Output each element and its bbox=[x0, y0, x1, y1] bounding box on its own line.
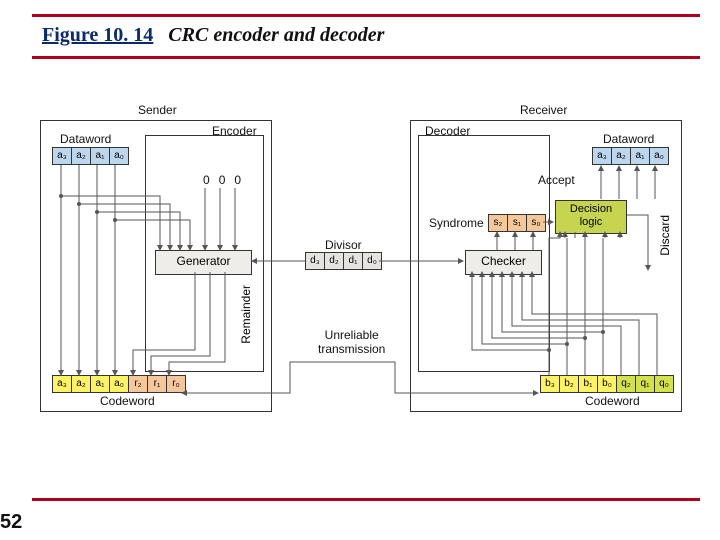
mid-rule bbox=[32, 56, 700, 59]
cw-a2: a₂ bbox=[72, 376, 91, 392]
generator-box: Generator bbox=[155, 250, 252, 275]
bit-a0: a₀ bbox=[110, 148, 128, 164]
bit-d1: d₁ bbox=[344, 253, 363, 269]
bit-a2r: a₂ bbox=[612, 148, 631, 164]
dataword-label-right: Dataword bbox=[603, 132, 654, 146]
syndrome-label: Syndrome bbox=[429, 216, 484, 230]
unreliable-label: Unreliable transmission bbox=[318, 328, 385, 356]
cw-a0: a₀ bbox=[110, 376, 128, 392]
cw-b3: b₃ bbox=[541, 376, 560, 392]
cw-r0: r₀ bbox=[167, 376, 185, 392]
codeword-label-right: Codeword bbox=[585, 394, 640, 408]
sender-label: Sender bbox=[138, 103, 177, 117]
codeword-label-left: Codeword bbox=[100, 394, 155, 408]
bit-a2: a₂ bbox=[72, 148, 91, 164]
cw-q2: q₂ bbox=[617, 376, 636, 392]
figure-number: Figure 10. 14 bbox=[42, 24, 153, 46]
receiver-dataword: a₃ a₂ a₁ a₀ bbox=[592, 147, 669, 165]
encoder-label: Encoder bbox=[212, 124, 257, 138]
figure-title: Figure 10. 14 CRC encoder and decoder bbox=[42, 24, 384, 47]
bit-d3: d₃ bbox=[306, 253, 325, 269]
discard-label: Discard bbox=[658, 215, 672, 256]
cw-a3: a₃ bbox=[53, 376, 72, 392]
receiver-codeword: b₃ b₂ b₁ b₀ q₂ q₁ q₀ bbox=[540, 375, 674, 393]
accept-label: Accept bbox=[538, 173, 575, 187]
decision-box: Decision logic bbox=[555, 200, 627, 234]
sender-codeword-r: r₂ r₁ r₀ bbox=[129, 375, 186, 393]
syndrome-bits: s₂ s₁ s₀ bbox=[488, 214, 546, 232]
checker-box: Checker bbox=[465, 250, 542, 275]
cw-q0: q₀ bbox=[655, 376, 673, 392]
bit-a3: a₃ bbox=[53, 148, 72, 164]
bit-a1r: a₁ bbox=[631, 148, 650, 164]
bit-a0r: a₀ bbox=[650, 148, 668, 164]
zero-pad: 000 bbox=[203, 173, 250, 187]
remainder-label: Remainder bbox=[239, 285, 253, 344]
page-number: 52 bbox=[0, 511, 22, 534]
decoder-label: Decoder bbox=[425, 124, 470, 138]
divisor-bits: d₃ d₂ d₁ d₀ bbox=[305, 252, 382, 270]
divisor-label: Divisor bbox=[325, 238, 362, 252]
top-rule bbox=[32, 14, 700, 17]
dataword-label-left: Dataword bbox=[60, 132, 111, 146]
cw-b0: b₀ bbox=[598, 376, 616, 392]
cw-a1: a₁ bbox=[91, 376, 110, 392]
cw-r1: r₁ bbox=[148, 376, 167, 392]
cw-b2: b₂ bbox=[560, 376, 579, 392]
figure-caption: CRC encoder and decoder bbox=[168, 24, 384, 46]
bit-d0: d₀ bbox=[363, 253, 381, 269]
bit-d2: d₂ bbox=[325, 253, 344, 269]
bottom-rule bbox=[32, 498, 700, 501]
cw-b1: b₁ bbox=[579, 376, 598, 392]
cw-r2: r₂ bbox=[129, 376, 148, 392]
cw-q1: q₁ bbox=[636, 376, 655, 392]
bit-a1: a₁ bbox=[91, 148, 110, 164]
receiver-codeword-b: b₃ b₂ b₁ b₀ bbox=[540, 375, 617, 393]
sender-codeword-a: a₃ a₂ a₁ a₀ bbox=[52, 375, 129, 393]
bit-s0: s₀ bbox=[527, 215, 545, 231]
bit-s1: s₁ bbox=[508, 215, 527, 231]
receiver-codeword-q: q₂ q₁ q₀ bbox=[617, 375, 674, 393]
bit-s2: s₂ bbox=[489, 215, 508, 231]
sender-codeword: a₃ a₂ a₁ a₀ r₂ r₁ r₀ bbox=[52, 375, 186, 393]
diagram: Sender Receiver Encoder Decoder Dataword… bbox=[40, 100, 680, 430]
sender-dataword: a₃ a₂ a₁ a₀ bbox=[52, 147, 129, 165]
bit-a3r: a₃ bbox=[593, 148, 612, 164]
receiver-label: Receiver bbox=[520, 103, 567, 117]
